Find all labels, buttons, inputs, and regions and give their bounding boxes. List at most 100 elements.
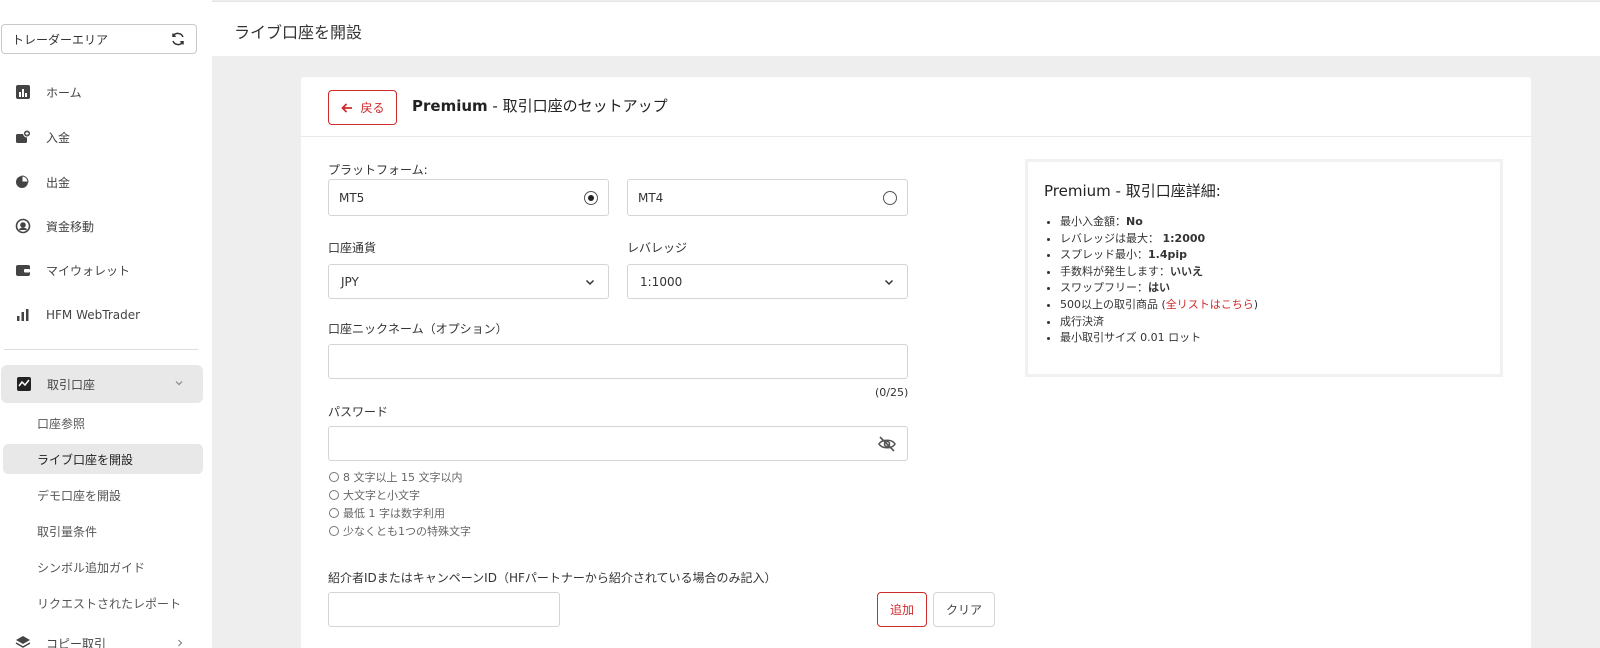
- trading-account-icon: [15, 375, 33, 393]
- details-list: 最小入金額：No レバレッジは最大： 1:2000 スプレッド最小：1.4pip…: [1060, 214, 1258, 347]
- details-title: Premium - 取引口座詳細:: [1044, 182, 1221, 200]
- detail-min-spread: スプレッド最小：1.4pip: [1060, 247, 1258, 264]
- sidebar-item-label: マイウォレット: [46, 263, 131, 278]
- nickname-label: 口座ニックネーム（オプション）: [328, 322, 508, 336]
- sidebar-divider: [4, 349, 198, 350]
- layers-icon: [14, 634, 32, 648]
- sidebar-subitem-open-demo[interactable]: デモ口座を開設: [3, 480, 203, 510]
- radio-unselected-icon[interactable]: [883, 190, 897, 205]
- password-rule-text: 8 文字以上 15 文字以内: [343, 471, 463, 484]
- account-details-panel: Premium - 取引口座詳細: 最小入金額：No レバレッジは最大： 1:2…: [1025, 159, 1503, 377]
- sidebar-item-label: 資金移動: [46, 219, 95, 234]
- password-rule: 大文字と小文字: [329, 487, 420, 503]
- eye-slash-icon[interactable]: [877, 434, 897, 454]
- transfer-icon: [14, 217, 32, 235]
- nickname-input[interactable]: [328, 344, 908, 379]
- sidebar-item-withdraw[interactable]: 出金: [0, 164, 204, 200]
- trader-area-label: トレーダーエリア: [12, 32, 109, 47]
- detail-value: 1.4pip: [1148, 248, 1188, 262]
- sidebar-subitem-open-live[interactable]: ライブ口座を開設: [3, 444, 203, 474]
- sidebar-item-webtrader[interactable]: HFM WebTrader: [0, 297, 204, 333]
- detail-max-leverage: レバレッジは最大： 1:2000: [1060, 231, 1258, 248]
- sidebar-item-trading-accounts[interactable]: 取引口座: [1, 365, 203, 403]
- back-button-label: 戻る: [360, 101, 385, 115]
- back-button[interactable]: 戻る: [328, 90, 397, 125]
- arrow-left-icon: [341, 102, 353, 113]
- platform-option-label: MT5: [339, 190, 365, 205]
- platform-label: プラットフォーム:: [328, 163, 428, 177]
- card-title-account-type: Premium: [412, 97, 488, 115]
- sidebar-item-label: HFM WebTrader: [46, 308, 141, 322]
- radio-selected-icon[interactable]: [584, 190, 598, 205]
- currency-value: JPY: [341, 274, 359, 289]
- detail-value: 1:2000: [1162, 231, 1206, 245]
- chevron-right-icon: [178, 639, 183, 647]
- trader-area-selector[interactable]: トレーダーエリア: [1, 24, 197, 54]
- platform-option-mt4[interactable]: MT4: [627, 179, 908, 216]
- password-label: パスワード: [328, 405, 389, 419]
- platform-option-mt5[interactable]: MT5: [328, 179, 609, 216]
- full-list-link[interactable]: 全リストはこちら: [1166, 298, 1254, 311]
- add-button[interactable]: 追加: [877, 592, 927, 627]
- detail-label: ): [1253, 297, 1259, 311]
- card-title-rest: - 取引口座のセットアップ: [487, 97, 668, 115]
- detail-label: スワップフリー：: [1060, 281, 1148, 295]
- page-title: ライブ口座を開設: [234, 23, 363, 42]
- sidebar-item-label: 入金: [46, 130, 71, 145]
- sidebar-item-copy-trading[interactable]: コピー取引: [0, 625, 204, 648]
- detail-value: はい: [1148, 281, 1170, 295]
- sidebar-subitem-requested-reports[interactable]: リクエストされたレポート: [3, 588, 203, 618]
- currency-select[interactable]: JPY: [328, 264, 609, 299]
- currency-label: 口座通貨: [328, 241, 377, 255]
- sidebar-subitem-symbol-guide[interactable]: シンボル追加ガイド: [3, 552, 203, 582]
- platform-option-label: MT4: [638, 190, 664, 205]
- detail-instruments: 500以上の取引商品 (全リストはこちら): [1060, 297, 1258, 314]
- sidebar-item-transfer[interactable]: 資金移動: [0, 208, 204, 244]
- password-rule: 8 文字以上 15 文字以内: [329, 469, 463, 485]
- detail-execution: 成行決済: [1060, 314, 1258, 331]
- detail-value: No: [1126, 215, 1143, 228]
- sidebar-item-label: 取引口座: [47, 377, 96, 392]
- clear-button[interactable]: クリア: [933, 592, 995, 627]
- page-header: ライブ口座を開設: [212, 1, 1600, 56]
- sidebar-subitem-volume-conditions[interactable]: 取引量条件: [3, 516, 203, 546]
- sidebar-item-deposit[interactable]: 入金: [0, 119, 204, 155]
- withdraw-icon: [14, 173, 32, 191]
- referral-id-input[interactable]: [328, 592, 560, 627]
- sidebar-item-wallet[interactable]: マイウォレット: [0, 252, 204, 288]
- password-rule: 最低 1 字は数字利用: [329, 505, 445, 521]
- detail-label: レバレッジは最大：: [1060, 231, 1159, 245]
- detail-label: 500以上の取引商品 (: [1060, 297, 1166, 311]
- card-header: 戻る Premium - 取引口座のセットアップ: [301, 77, 1531, 137]
- leverage-value: 1:1000: [640, 274, 683, 289]
- wallet-icon: [14, 261, 32, 279]
- rule-status-icon: [329, 472, 339, 482]
- detail-label: 最小入金額：: [1060, 215, 1126, 228]
- sidebar-subitem-view-accounts[interactable]: 口座参照: [3, 408, 203, 438]
- rule-status-icon: [329, 490, 339, 500]
- sidebar-subitem-label: 取引量条件: [37, 524, 98, 539]
- rule-status-icon: [329, 526, 339, 536]
- bar-chart-icon: [14, 83, 32, 101]
- sidebar-subitem-label: シンボル追加ガイド: [37, 560, 146, 575]
- password-input[interactable]: [328, 426, 908, 461]
- detail-swap-free: スワップフリー：はい: [1060, 280, 1258, 297]
- refresh-icon[interactable]: [170, 31, 186, 47]
- detail-commission: 手数料が発生します：いいえ: [1060, 264, 1258, 281]
- sidebar-item-label: コピー取引: [46, 636, 107, 648]
- chevron-down-icon: [175, 381, 183, 386]
- detail-label: 手数料が発生します：: [1060, 264, 1170, 278]
- detail-min-lot: 最小取引サイズ 0.01 ロット: [1060, 330, 1258, 347]
- password-rule-text: 最低 1 字は数字利用: [343, 507, 445, 520]
- leverage-select[interactable]: 1:1000: [627, 264, 908, 299]
- sidebar-item-label: 出金: [46, 175, 71, 190]
- sidebar-item-home[interactable]: ホーム: [0, 74, 204, 110]
- referral-label: 紹介者IDまたはキャンペーンID（HFパートナーから紹介されている場合のみ記入）: [328, 571, 777, 585]
- chevron-down-icon: [884, 279, 894, 285]
- password-rule-text: 大文字と小文字: [343, 489, 420, 502]
- deposit-icon: [14, 128, 32, 146]
- setup-card: 戻る Premium - 取引口座のセットアップ プラットフォーム: MT5 M…: [301, 77, 1531, 648]
- detail-label: スプレッド最小：: [1060, 248, 1148, 262]
- sidebar-subitem-label: ライブ口座を開設: [37, 452, 134, 467]
- nickname-char-counter: (0/25): [875, 386, 909, 399]
